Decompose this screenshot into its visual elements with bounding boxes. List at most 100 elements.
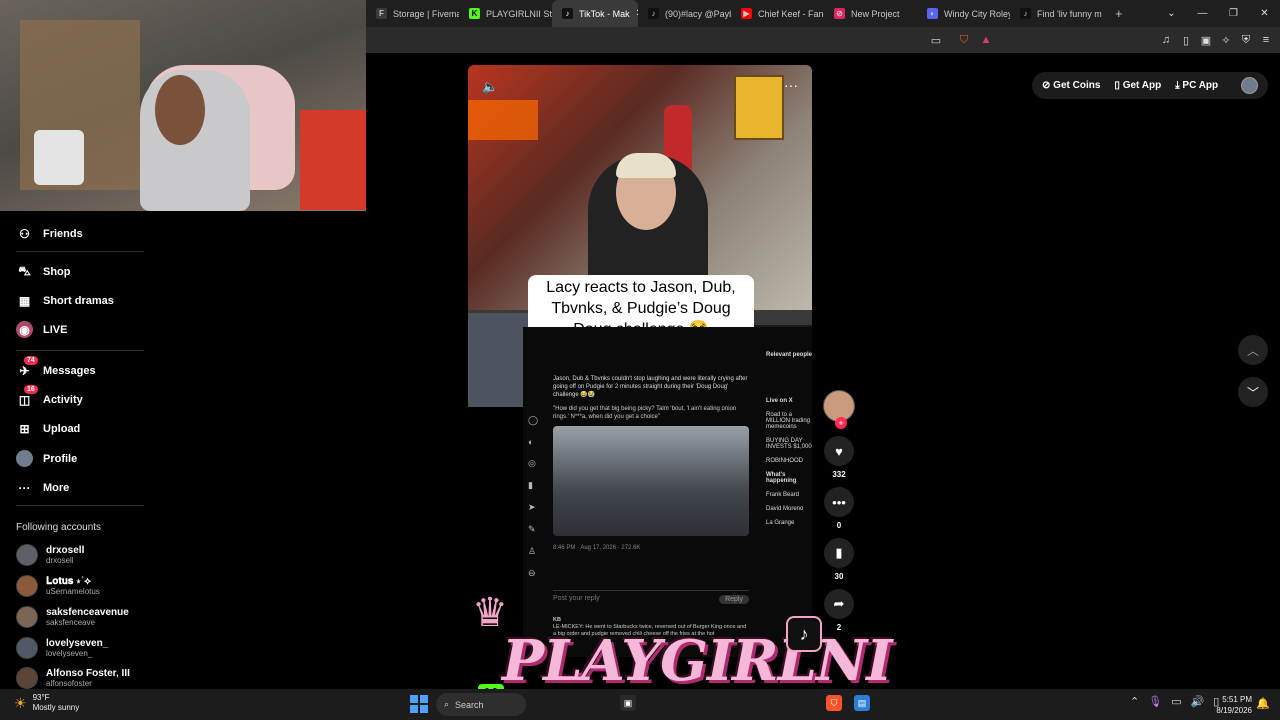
tab-label: Storage | Fivema bbox=[393, 8, 459, 19]
tab-new-project[interactable]: ⊘ New Project bbox=[824, 0, 917, 27]
close-window-button[interactable]: ✕ bbox=[1249, 0, 1280, 27]
following-account-item[interactable]: saksfenceavenue saksfenceave bbox=[16, 606, 129, 628]
tab-storage[interactable]: F Storage | Fivema bbox=[366, 0, 459, 27]
sidebar-item-short-dramas[interactable]: ▦ Short dramas bbox=[16, 292, 114, 309]
screen: F Storage | Fivema K PLAYGIRLNII Stre ♪ … bbox=[0, 0, 1280, 720]
network-icon[interactable]: ▭ bbox=[1171, 695, 1181, 708]
more-icon: ··· bbox=[18, 480, 31, 495]
tab-lacy[interactable]: ♪ (90)#lacy @Payb bbox=[638, 0, 731, 27]
maximize-button[interactable]: ❐ bbox=[1218, 0, 1249, 27]
tiktok-icon: ♪ bbox=[786, 616, 822, 652]
brave-browser-icon[interactable]: ⛉ bbox=[826, 695, 842, 711]
following-account-item[interactable]: 𝐋𝐨𝐭𝐮𝐬 ⋆˙⟡ uSernamelotus bbox=[16, 575, 100, 597]
media-icon[interactable]: ♫ bbox=[1158, 32, 1174, 48]
x-whats-heading: What's happening bbox=[766, 472, 797, 484]
windows-start-icon[interactable] bbox=[410, 695, 428, 713]
account-handle: lovelyseven_ bbox=[46, 649, 93, 658]
x-profile-icon: ♙ bbox=[528, 546, 537, 556]
x-trend: La Grange bbox=[766, 520, 795, 526]
taskbar-app-icon[interactable]: ▣ bbox=[620, 695, 636, 711]
volume-icon[interactable]: 🔈 bbox=[482, 79, 498, 95]
chevron-up-icon[interactable]: ⌃ bbox=[1130, 695, 1139, 708]
get-app-button[interactable]: ▯ Get App bbox=[1114, 80, 1161, 91]
save-count: 30 bbox=[834, 572, 844, 581]
tab-label: PLAYGIRLNII Stre bbox=[486, 8, 552, 19]
webcam-lamp bbox=[34, 130, 84, 185]
tab-playgirlnii[interactable]: K PLAYGIRLNII Stre bbox=[459, 0, 552, 27]
following-account-item[interactable]: lovelyseven_ lovelyseven_ bbox=[16, 637, 108, 659]
sidebar-item-upload[interactable]: ⊞ Upload bbox=[16, 420, 80, 437]
x-embedded-video bbox=[553, 426, 749, 536]
get-coins-button[interactable]: ⊘ Get Coins bbox=[1042, 80, 1100, 91]
clock-time: 5:51 PM bbox=[1222, 695, 1252, 704]
sidebar-item-friends[interactable]: ⚇ Friends bbox=[16, 225, 83, 242]
tab-label: Find 'liv funny m bbox=[1037, 8, 1102, 19]
account-name: saksfenceavenue bbox=[46, 607, 129, 618]
previous-video-button[interactable]: ︿ bbox=[1238, 335, 1268, 365]
comment-button[interactable]: ••• bbox=[824, 487, 854, 517]
pc-app-button[interactable]: ⤓ PC App bbox=[1175, 80, 1218, 91]
leo-ai-icon[interactable]: ✧ bbox=[1218, 32, 1234, 48]
avatar bbox=[16, 667, 38, 689]
wallet-icon[interactable]: ▣ bbox=[1198, 32, 1214, 48]
sidebar-item-messages[interactable]: ✈ 74 Messages bbox=[16, 356, 96, 379]
x-edit-icon: ✎ bbox=[528, 524, 536, 534]
tab-tiktok-active[interactable]: ♪ TikTok - Mak ✕ bbox=[552, 0, 638, 27]
sidebar-item-label: LIVE bbox=[43, 323, 68, 336]
sidebar-item-label: Activity bbox=[43, 393, 83, 406]
video-person-hair bbox=[616, 153, 676, 178]
sidebar-item-live[interactable]: ◉ LIVE bbox=[16, 321, 67, 338]
x-quote-text: "How did you get that big being picky? T… bbox=[553, 406, 737, 420]
tab-chief-keef[interactable]: ▶ Chief Keef - Fanc bbox=[731, 0, 824, 27]
x-live-line: Road to a MILLION trading memecoins bbox=[766, 412, 811, 430]
notepad-icon[interactable]: ▤ bbox=[854, 695, 870, 711]
sidebar-item-profile[interactable]: Profile bbox=[16, 450, 77, 467]
sidebar-toggle-icon[interactable]: ▯ bbox=[1178, 32, 1194, 48]
tab-search-icon[interactable]: ⌄ bbox=[1156, 0, 1187, 27]
tab-windy-city[interactable]: ◐ Windy City Roley bbox=[917, 0, 1010, 27]
tab-favicon-icon: ♪ bbox=[562, 8, 573, 19]
x-grok-icon: ◐ bbox=[528, 437, 534, 447]
tab-find-liv[interactable]: ♪ Find 'liv funny m bbox=[1010, 0, 1103, 27]
sidebar-item-shop[interactable]: ⛍ Shop bbox=[16, 263, 70, 280]
taskbar-clock[interactable]: 5:51 PM 8/19/2026 bbox=[1208, 694, 1252, 716]
account-name: Alfonso Foster, III bbox=[46, 668, 130, 679]
taskbar-search[interactable]: ⌕ Search bbox=[436, 693, 526, 716]
save-button[interactable]: ▮ bbox=[824, 538, 854, 568]
minimize-button[interactable]: — bbox=[1187, 0, 1218, 27]
upload-icon: ⊞ bbox=[19, 421, 30, 436]
cast-icon[interactable]: ▭ bbox=[928, 32, 944, 48]
weather-widget[interactable]: ☀ 93°F Mostly sunny bbox=[14, 693, 79, 713]
vpn-icon[interactable]: ⛨ bbox=[1238, 32, 1254, 48]
more-options-icon[interactable]: ··· bbox=[784, 77, 798, 93]
microphone-icon[interactable]: 🎙 bbox=[1148, 695, 1162, 708]
sidebar-item-label: Short dramas bbox=[43, 294, 114, 307]
profile-icon bbox=[16, 450, 33, 467]
sidebar-item-activity[interactable]: ◫ 16 Activity bbox=[16, 385, 83, 408]
sidebar-item-more[interactable]: ··· More bbox=[16, 479, 70, 496]
account-name: 𝐋𝐨𝐭𝐮𝐬 ⋆˙⟡ bbox=[46, 576, 91, 587]
notification-bell-icon[interactable]: 🔔 bbox=[1256, 697, 1270, 710]
windows-taskbar: ☀ 93°F Mostly sunny ⌕ Search ▣ ⛉ ▤ ⌃ 🎙 ▭… bbox=[0, 689, 1280, 720]
x-tweet-meta: 8:46 PM · Aug 17, 2026 · 272.6K bbox=[553, 545, 641, 551]
menu-icon[interactable]: ≡ bbox=[1258, 32, 1274, 48]
following-account-item[interactable]: drxosell drxosell bbox=[16, 544, 84, 566]
volume-icon[interactable]: 🔊 bbox=[1191, 695, 1205, 708]
shop-icon: ⛍ bbox=[18, 263, 31, 278]
tab-label: Chief Keef - Fanc bbox=[758, 8, 824, 19]
next-video-button[interactable]: ﹀ bbox=[1238, 377, 1268, 407]
brave-shield-icon[interactable]: ⛉ bbox=[956, 32, 972, 48]
new-tab-button[interactable]: + bbox=[1115, 6, 1123, 21]
weather-text: 93°F Mostly sunny bbox=[33, 693, 80, 713]
like-button[interactable]: ♥ bbox=[824, 436, 854, 466]
brave-rewards-icon[interactable]: ▲ bbox=[978, 32, 994, 48]
x-right-column: Relevant people Live on X Road to a MILL… bbox=[766, 352, 812, 534]
search-label: Search bbox=[455, 699, 484, 710]
video-jersey bbox=[734, 75, 784, 140]
tab-favicon-icon: ◐ bbox=[927, 8, 938, 19]
follow-plus-icon[interactable]: + bbox=[835, 417, 847, 429]
user-avatar[interactable] bbox=[1241, 77, 1258, 94]
comment-icon: ••• bbox=[832, 494, 846, 510]
creator-avatar[interactable]: + bbox=[823, 390, 855, 429]
following-account-item[interactable]: Alfonso Foster, III alfonsofoster bbox=[16, 667, 130, 689]
